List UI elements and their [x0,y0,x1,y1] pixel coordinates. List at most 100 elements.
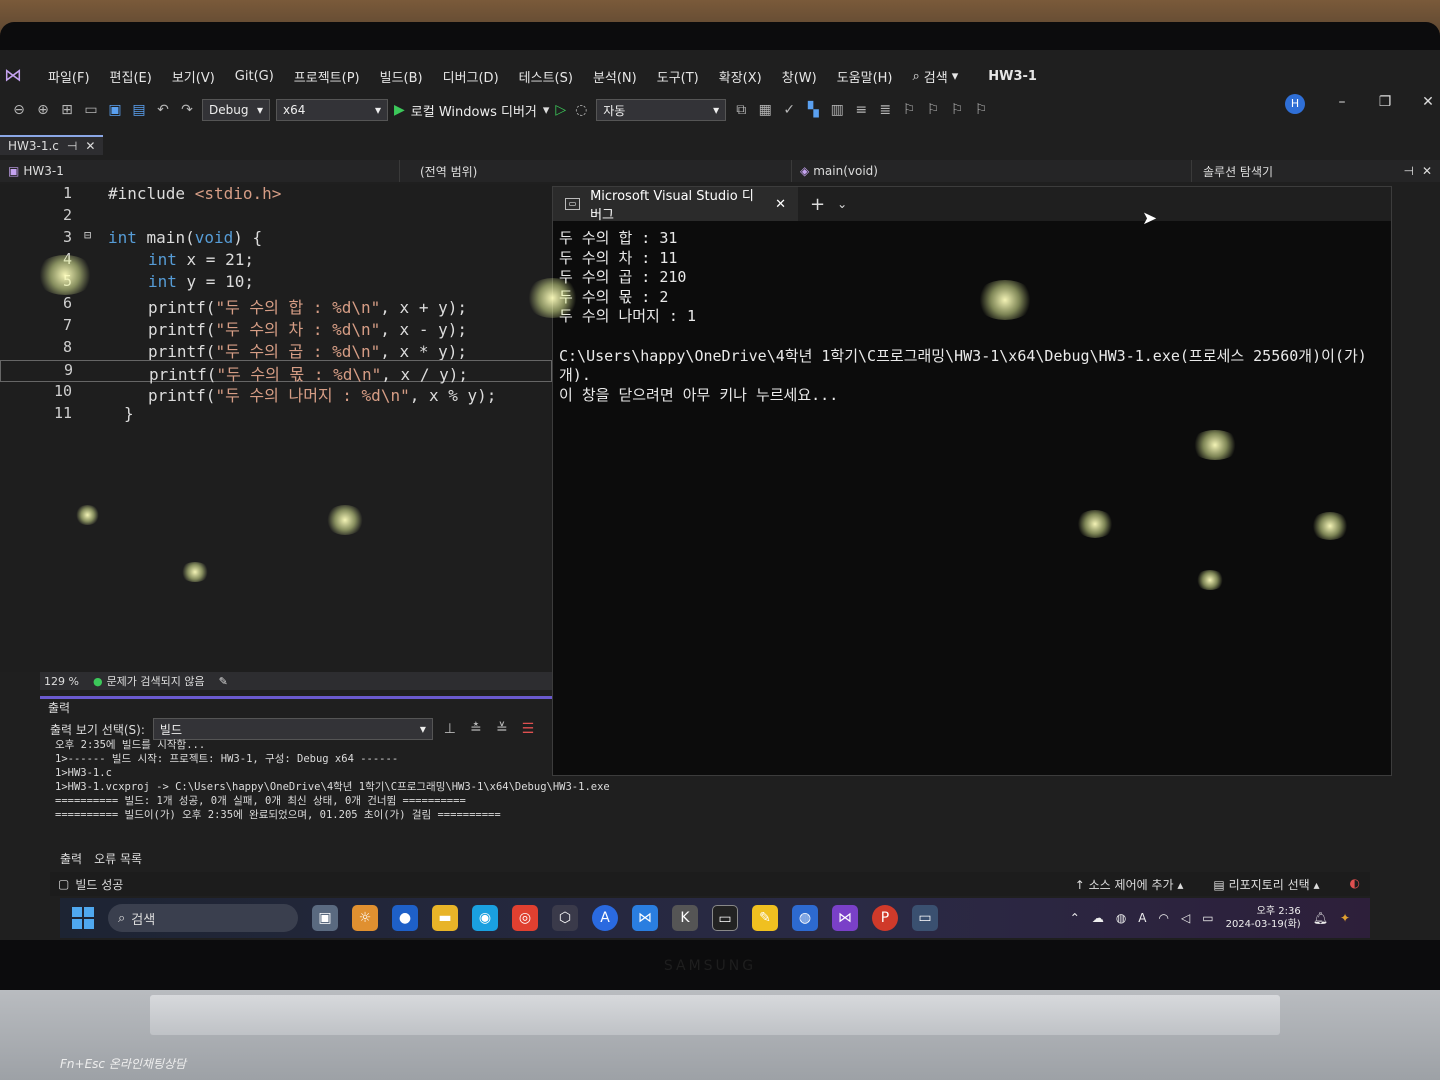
menu-edit[interactable]: 편집(E) [100,67,162,86]
debug-console-taskbar-icon[interactable]: ▭ [912,905,938,931]
bookmark-icon[interactable]: ⚐ [900,102,918,118]
file-explorer-icon[interactable]: ▬ [432,905,458,931]
hot-reload-icon[interactable]: ◌ [572,102,590,118]
pin-icon[interactable]: ⊣ [67,139,77,153]
forward-icon[interactable]: ⊕ [34,102,52,118]
bookmark-prev-icon[interactable]: ⚐ [924,102,942,118]
k-app-icon[interactable]: K [672,905,698,931]
notification-bell-icon[interactable]: ◐ [1350,876,1360,893]
menu-analyze[interactable]: 분석(N) [583,67,647,86]
close-icon[interactable]: ✕ [1422,164,1432,178]
menu-extensions[interactable]: 확장(X) [709,67,772,86]
nav-project-select[interactable]: ▣ HW3-1 [0,160,400,182]
close-icon[interactable]: ✕ [85,139,95,153]
widgets-icon[interactable]: ☼ [352,905,378,931]
ime-icon[interactable]: A [1138,911,1146,925]
prev-message-icon[interactable]: ≛ [467,721,485,737]
outdent-icon[interactable]: ≣ [876,102,894,118]
glare-reflection [525,278,580,318]
auto-select[interactable]: 자동 ▾ [596,99,727,121]
undo-icon[interactable]: ↶ [154,102,172,118]
add-to-source-control-button[interactable]: ↑ 소스 제어에 추가 ▴ [1075,876,1184,893]
terminal-app-icon[interactable]: ▭ [712,905,738,931]
close-icon[interactable]: ✕ [775,197,786,212]
brush-icon[interactable]: ✎ [219,675,228,688]
platform-select[interactable]: x64 ▾ [276,99,388,121]
comment-icon[interactable]: ▚ [804,102,822,118]
back-icon[interactable]: ⊖ [10,102,28,118]
menu-debug[interactable]: 디버그(D) [433,67,509,86]
edge-browser-icon[interactable]: ◉ [472,905,498,931]
pin-icon[interactable]: ⊣ [1403,164,1413,178]
new-item-icon[interactable]: ⊞ [58,102,76,118]
windows-start-icon[interactable] [72,907,94,929]
fold-icon[interactable]: ⊟ [84,228,104,250]
select-repository-button[interactable]: ▤ 리포지토리 선택 ▴ [1213,876,1319,893]
wifi-icon[interactable]: ◠ [1159,911,1169,925]
nav-function-select[interactable]: ◈ main(void) [792,160,1192,182]
chevron-down-icon[interactable]: ▾ [543,103,550,118]
visual-studio-icon[interactable]: ⋈ [832,905,858,931]
app-tray-icon[interactable]: ◍ [1116,911,1126,925]
uncomment-icon[interactable]: ▥ [828,102,846,118]
battery-icon[interactable]: ▭ [1202,911,1213,925]
next-message-icon[interactable]: ≚ [493,721,511,737]
indent-icon[interactable]: ≡ [852,102,870,118]
console-tab[interactable]: ▭ Microsoft Visual Studio 디버그 ✕ [553,187,798,223]
menu-help[interactable]: 도움말(H) [827,67,903,86]
browse-icon[interactable]: ⧉ [732,102,750,118]
menu-build[interactable]: 빌드(B) [370,67,433,86]
search-button[interactable]: ⌕ 검색 ▾ [903,67,969,86]
find-message-icon[interactable]: ⊥ [441,721,459,737]
discord-icon[interactable]: ◍ [792,905,818,931]
menu-test[interactable]: 테스트(S) [509,67,583,86]
zoom-level[interactable]: 129 % [40,675,79,688]
chevron-down-icon[interactable]: ⌄ [837,197,847,211]
menu-project[interactable]: 프로젝트(P) [284,67,370,86]
task-view-icon[interactable]: ▣ [312,905,338,931]
powerpoint-icon[interactable]: P [872,905,898,931]
bookmark-clear-icon[interactable]: ⚐ [972,102,990,118]
chevron-up-icon[interactable]: ⌃ [1070,911,1080,925]
start-debugging-button[interactable]: 로컬 Windows 디버거 [411,101,537,120]
menu-file[interactable]: 파일(F) [38,67,100,86]
code-editor[interactable]: 1 #include <stdio.h> 2 3 ⊟ int main(void… [0,184,552,672]
bookmark-next-icon[interactable]: ⚐ [948,102,966,118]
open-folder-icon[interactable]: ▭ [82,102,100,118]
copilot-icon[interactable]: ✦ [1340,911,1350,925]
app-store-icon[interactable]: A [592,905,618,931]
chrome-browser-icon[interactable]: ◎ [512,905,538,931]
configuration-select[interactable]: Debug ▾ [202,99,270,121]
solution-explorer-header[interactable]: 솔루션 탐색기 ⊣ ✕ [1195,160,1440,182]
tab-error-list[interactable]: 오류 목록 [94,850,142,868]
play-icon[interactable]: ▶ [394,102,405,118]
redo-icon[interactable]: ↷ [178,102,196,118]
clear-all-icon[interactable]: ☰ [519,721,537,737]
start-without-debugging-icon[interactable]: ▷ [555,102,566,118]
vscode-icon[interactable]: ⋈ [632,905,658,931]
output-source-select[interactable]: 빌드 ▾ [152,718,433,740]
cloud-icon[interactable]: ☁ [1092,911,1104,925]
save-all-icon[interactable]: ▤ [130,102,148,118]
taskbar-clock[interactable]: 오후 2:36 2024-03-19(화) [1226,905,1301,931]
menu-window[interactable]: 창(W) [772,67,827,86]
save-icon[interactable]: ▣ [106,102,124,118]
issues-status[interactable]: 문제가 검색되지 않음 [107,673,205,689]
tab-output[interactable]: 출력 [60,850,82,868]
console-output[interactable]: 두 수의 합 : 31 두 수의 차 : 11 두 수의 곱 : 210 두 수… [553,221,1391,413]
settings-app-icon[interactable]: ⬡ [552,905,578,931]
taskbar-search[interactable]: ⌕ 검색 [108,904,298,932]
debug-console-window[interactable]: ▭ Microsoft Visual Studio 디버그 ✕ + ⌄ 두 수의… [552,186,1392,776]
notification-bell-icon[interactable]: 🔔︎ [1313,911,1328,925]
tab-hw3-1-c[interactable]: HW3-1.c ⊣ ✕ [0,135,104,155]
menu-view[interactable]: 보기(V) [162,67,225,86]
menu-tools[interactable]: 도구(T) [647,67,709,86]
nav-scope-select[interactable]: (전역 범위) [400,160,792,182]
sticky-notes-icon[interactable]: ✎ [752,905,778,931]
chat-app-icon[interactable]: ● [392,905,418,931]
volume-icon[interactable]: ◁ [1181,911,1190,925]
format-icon[interactable]: ✓ [780,102,798,118]
menu-git[interactable]: Git(G) [225,69,284,84]
window-layout-icon[interactable]: ▦ [756,102,774,118]
new-tab-icon[interactable]: + [798,194,837,215]
